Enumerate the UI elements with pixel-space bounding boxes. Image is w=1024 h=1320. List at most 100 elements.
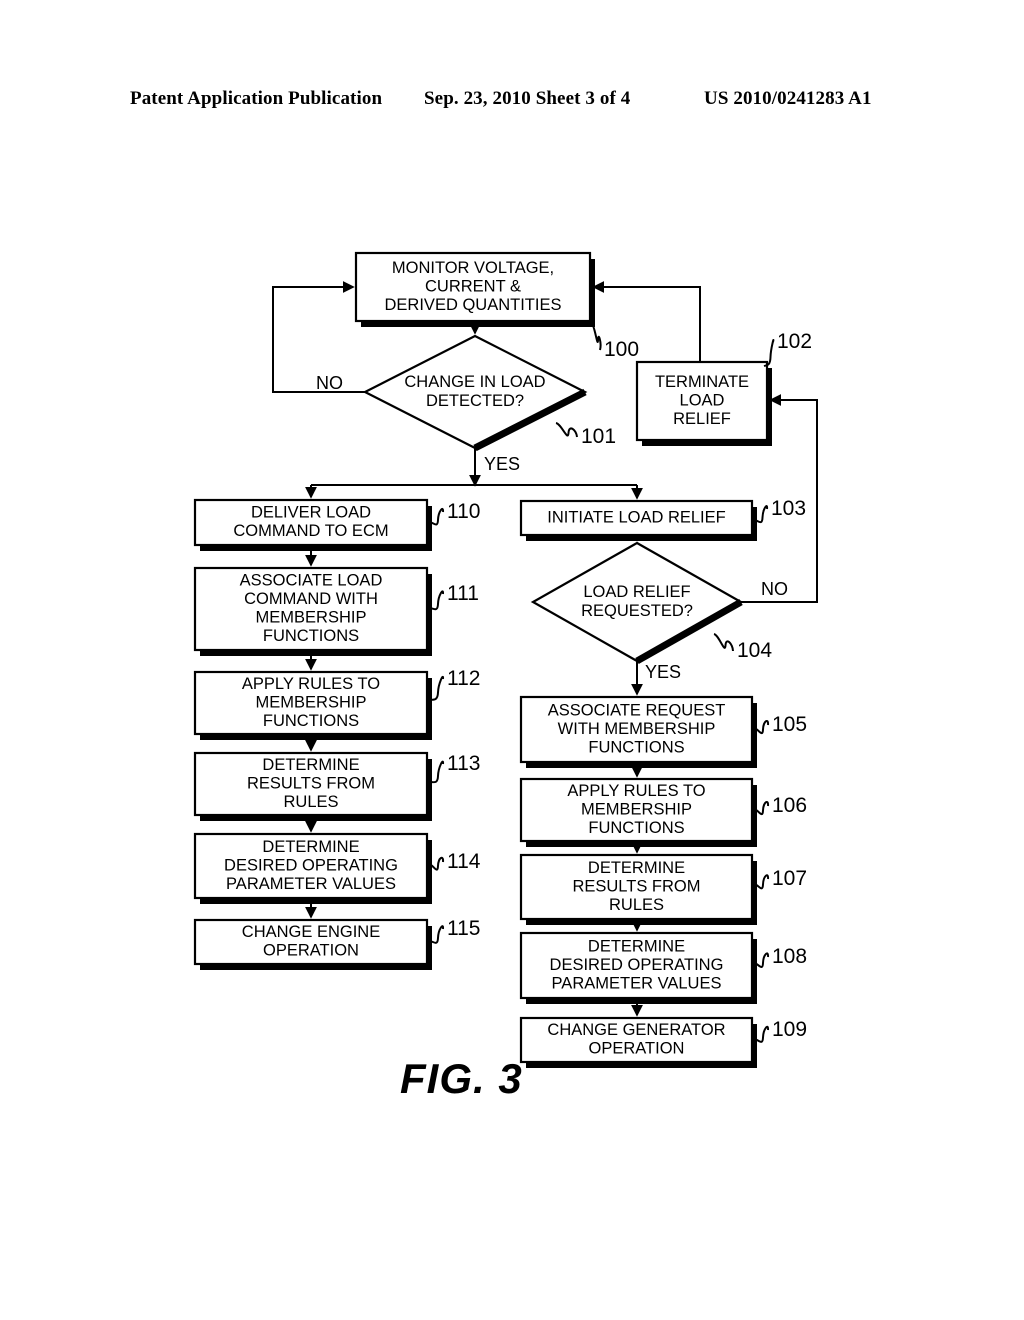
flow-node-initiate-load-relief-103: INITIATE LOAD RELIEF <box>519 499 757 541</box>
reference-numeral-115: 115 <box>428 917 480 944</box>
node-text-line: RESULTS FROM <box>247 774 375 792</box>
flow-node-determine-114: DETERMINEDESIRED OPERATINGPARAMETER VALU… <box>193 832 432 904</box>
reference-numeral-text: 115 <box>447 917 480 940</box>
flow-node-associate-load-111: ASSOCIATE LOADCOMMAND WITHMEMBERSHIPFUNC… <box>193 566 432 656</box>
node-text-line: APPLY RULES TO <box>567 782 705 800</box>
node-text-line: MONITOR VOLTAGE, <box>392 259 554 277</box>
reference-numeral-105: 105 <box>753 713 807 736</box>
reference-numeral-106: 106 <box>753 794 807 817</box>
node-text-line: DESIRED OPERATING <box>550 956 724 974</box>
node-text-line: MEMBERSHIP <box>256 693 367 711</box>
node-text-line: RULES <box>283 793 338 811</box>
flowchart-diagram: MONITOR VOLTAGE,CURRENT &DERIVED QUANTIT… <box>193 251 818 1068</box>
reference-numeral-text: 108 <box>772 945 807 968</box>
flow-node-associate-request-105: ASSOCIATE REQUESTWITH MEMBERSHIPFUNCTION… <box>519 695 757 768</box>
flow-node-apply-rules-to-106: APPLY RULES TOMEMBERSHIPFUNCTIONS <box>519 777 757 847</box>
node-text-line: MEMBERSHIP <box>256 609 367 627</box>
reference-numeral-101: 101 <box>555 422 616 448</box>
node-text-line: REQUESTED? <box>581 602 693 620</box>
flow-node-apply-rules-to-112: APPLY RULES TOMEMBERSHIPFUNCTIONS <box>193 670 432 740</box>
node-text-line: TERMINATE <box>655 373 749 391</box>
node-text-line: RELIEF <box>673 410 731 428</box>
reference-numeral-text: 111 <box>447 582 479 605</box>
node-text-line: RULES <box>609 896 664 914</box>
node-text-line: RESULTS FROM <box>572 877 700 895</box>
node-text-line: WITH MEMBERSHIP <box>558 720 716 738</box>
flow-node-layer: MONITOR VOLTAGE,CURRENT &DERIVED QUANTIT… <box>193 251 772 1068</box>
node-text-line: PARAMETER VALUES <box>226 875 396 893</box>
node-text-line: MEMBERSHIP <box>581 800 692 818</box>
reference-numeral-107: 107 <box>753 867 807 890</box>
node-text-line: INITIATE LOAD RELIEF <box>547 508 725 526</box>
flow-node-change-generator-109: CHANGE GENERATOROPERATION <box>519 1016 757 1068</box>
reference-numeral-text: 112 <box>447 667 480 690</box>
node-text-line: DESIRED OPERATING <box>224 856 398 874</box>
node-text-line: APPLY RULES TO <box>242 675 380 693</box>
reference-numeral-text: 110 <box>447 500 480 523</box>
node-text-line: FUNCTIONS <box>263 712 359 730</box>
node-text-line: PARAMETER VALUES <box>552 974 722 992</box>
node-text-line: CHANGE GENERATOR <box>547 1021 725 1039</box>
node-text-line: DETECTED? <box>426 392 524 410</box>
reference-numeral-100: 100 <box>591 323 639 361</box>
node-text-line: DELIVER LOAD <box>251 504 371 522</box>
reference-numeral-text: 107 <box>772 867 807 890</box>
node-text-line: CHANGE IN LOAD <box>404 373 545 391</box>
edge-label-yes: YES <box>484 454 520 474</box>
reference-numeral-102: 102 <box>763 330 812 367</box>
node-text-line: DERIVED QUANTITIES <box>385 296 562 314</box>
node-text-line: LOAD RELIEF <box>583 583 690 601</box>
leader-line <box>591 323 602 351</box>
node-text-line: CURRENT & <box>425 277 521 295</box>
edge-label-yes: YES <box>645 662 681 682</box>
node-text-line: ASSOCIATE REQUEST <box>548 701 726 719</box>
reference-numeral-104: 104 <box>713 633 772 662</box>
node-text-line: LOAD <box>680 391 725 409</box>
reference-numeral-text: 100 <box>604 338 639 361</box>
node-text-line: OPERATION <box>263 942 359 960</box>
node-text-line: COMMAND TO ECM <box>233 522 388 540</box>
reference-numeral-text: 106 <box>772 794 807 817</box>
edge-label-no: NO <box>761 579 788 599</box>
node-text-line: FUNCTIONS <box>263 627 359 645</box>
flow-node-change-in-load-101: CHANGE IN LOADDETECTED? <box>362 334 588 452</box>
node-text-line: ASSOCIATE LOAD <box>240 572 383 590</box>
flow-node-load-relief-104: LOAD RELIEFREQUESTED? <box>530 541 744 665</box>
node-text-line: DETERMINE <box>588 937 685 955</box>
reference-numeral-113: 113 <box>428 752 480 784</box>
reference-numeral-text: 103 <box>771 497 806 520</box>
leader-line <box>713 633 734 652</box>
reference-numeral-text: 102 <box>777 330 812 353</box>
flow-node-determine-107: DETERMINERESULTS FROMRULES <box>519 853 757 925</box>
node-text-line: DETERMINE <box>588 859 685 877</box>
node-text-line: DETERMINE <box>262 838 359 856</box>
reference-numeral-text: 109 <box>772 1018 807 1041</box>
reference-numeral-text: 105 <box>772 713 807 736</box>
flow-node-monitor-voltage-100: MONITOR VOLTAGE,CURRENT &DERIVED QUANTIT… <box>354 251 595 327</box>
flow-node-terminate-102: TERMINATELOADRELIEF <box>635 360 772 446</box>
reference-numeral-103: 103 <box>753 497 806 524</box>
leader-line <box>555 422 578 438</box>
reference-numeral-text: 114 <box>447 850 481 873</box>
reference-numeral-112: 112 <box>428 667 480 701</box>
reference-numeral-110: 110 <box>428 500 480 526</box>
flow-node-change-engine-115: CHANGE ENGINEOPERATION <box>193 918 432 970</box>
node-text-line: FUNCTIONS <box>588 819 684 837</box>
reference-numeral-111: 111 <box>428 582 479 611</box>
flow-node-determine-113: DETERMINERESULTS FROMRULES <box>193 751 432 821</box>
node-text-line: DETERMINE <box>262 756 359 774</box>
node-text-line: FUNCTIONS <box>588 738 684 756</box>
reference-numeral-114: 114 <box>428 850 481 873</box>
reference-numeral-text: 113 <box>447 752 480 775</box>
reference-numeral-109: 109 <box>753 1018 807 1043</box>
node-text-line: CHANGE ENGINE <box>242 923 380 941</box>
edge-label-no: NO <box>316 373 343 393</box>
figure-caption: FIG. 3 <box>400 1055 523 1102</box>
reference-numeral-108: 108 <box>753 945 807 968</box>
reference-numeral-text: 101 <box>581 425 616 448</box>
patent-drawing-page: Patent Application Publication Sep. 23, … <box>0 0 1024 1320</box>
node-text-line: OPERATION <box>589 1040 685 1058</box>
node-text-line: COMMAND WITH <box>244 590 378 608</box>
flow-node-determine-108: DETERMINEDESIRED OPERATINGPARAMETER VALU… <box>519 931 757 1004</box>
flow-node-deliver-load-110: DELIVER LOADCOMMAND TO ECM <box>193 498 432 551</box>
